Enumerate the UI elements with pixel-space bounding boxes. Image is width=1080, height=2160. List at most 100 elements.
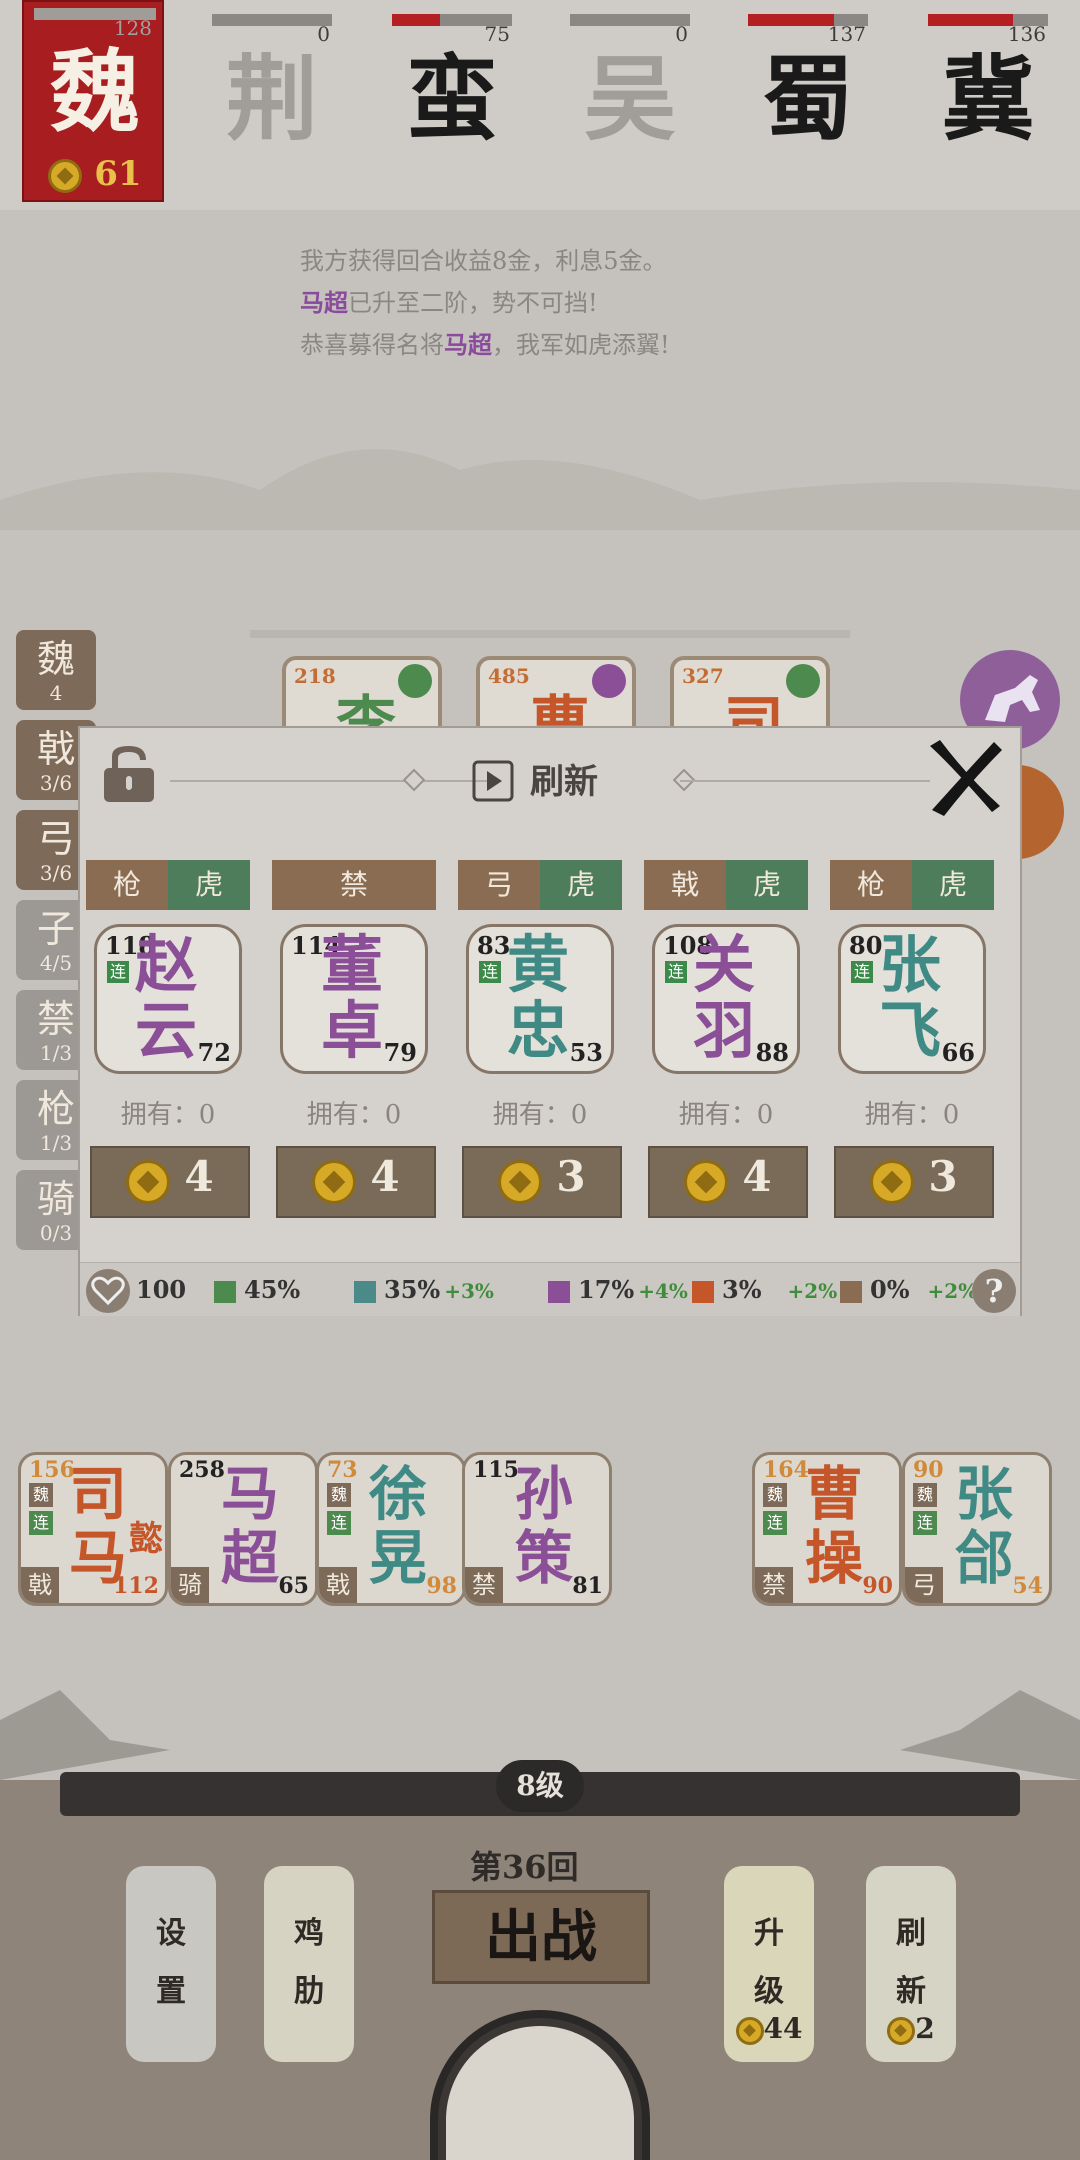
price: 4 bbox=[370, 1151, 400, 1201]
upgrade-cost: 44 bbox=[724, 2012, 814, 2045]
hero-power: 83 bbox=[477, 931, 511, 960]
combo-badge: 连 bbox=[327, 1511, 351, 1535]
tier-swatch bbox=[840, 1280, 862, 1303]
coin-icon bbox=[870, 1160, 915, 1204]
refresh-button[interactable]: 刷 新 2 bbox=[866, 1866, 956, 2062]
hero-power: 90 bbox=[913, 1457, 944, 1483]
hero-name-1: 马 bbox=[221, 1460, 280, 1528]
refresh-label-1: 刷 bbox=[896, 1916, 926, 1951]
hero-power: 485 bbox=[488, 664, 530, 688]
hero-class-tag: 戟 bbox=[644, 860, 726, 910]
hero-name-3: 懿 bbox=[129, 1519, 163, 1559]
divider bbox=[170, 780, 500, 782]
upgrade-button[interactable]: 升 级 44 bbox=[724, 1866, 814, 2062]
faction-wu[interactable]: 0 吴 bbox=[570, 8, 690, 198]
faction-name: 冀 bbox=[941, 45, 1034, 153]
faction-bar: 128 魏 61 0 荆 75 蛮 0 吴 137 蜀 136 冀 bbox=[0, 0, 1080, 210]
odds-tier-5: 0% +2% bbox=[840, 1275, 977, 1304]
buy-button[interactable]: 4 bbox=[648, 1146, 808, 1218]
shop-hero-card[interactable]: 禁 114 董 卓 79 拥有：0 4 bbox=[272, 860, 436, 1220]
settings-button[interactable]: 设 置 bbox=[126, 1866, 216, 2062]
combo-badge: 连 bbox=[665, 961, 687, 983]
heart-value: 100 bbox=[136, 1275, 187, 1304]
hero-stat: 53 bbox=[569, 1038, 603, 1067]
faction-ji[interactable]: 136 冀 bbox=[928, 8, 1048, 198]
combo-badge: 连 bbox=[479, 961, 501, 983]
hero-portrait: 118 连 赵 云 72 bbox=[94, 924, 242, 1074]
hero-portrait: 114 董 卓 79 bbox=[280, 924, 428, 1074]
bench-hero[interactable]: 164 魏 连 曹 操 禁 90 bbox=[752, 1452, 902, 1606]
hero-name-2: 卓 bbox=[321, 994, 384, 1067]
bench-hero[interactable]: 73 魏 连 徐 晃 戟 98 bbox=[316, 1452, 466, 1606]
combo-badge: 连 bbox=[107, 961, 129, 983]
faction-name: 蛮 bbox=[405, 45, 498, 153]
shop-modal: 刷新 枪 虎 118 连 赵 云 72 拥有：0 4 禁 114 董 卓 79 … bbox=[78, 726, 1022, 1316]
help-icon[interactable]: ? bbox=[972, 1269, 1016, 1313]
odds-pct: 3% bbox=[722, 1275, 762, 1304]
round-number: 第36回 bbox=[470, 1848, 579, 1886]
odds-pct: 35% bbox=[384, 1275, 441, 1304]
shop-hero-card[interactable]: 枪 虎 118 连 赵 云 72 拥有：0 4 bbox=[86, 860, 250, 1220]
odds-pct: 45% bbox=[244, 1275, 301, 1304]
hero-stat: 65 bbox=[278, 1573, 309, 1599]
faction-jing[interactable]: 0 荆 bbox=[212, 8, 332, 198]
category-wei[interactable]: 魏 4 bbox=[16, 630, 96, 710]
shop-hero-card[interactable]: 枪 虎 80 连 张 飞 66 拥有：0 3 bbox=[830, 860, 994, 1220]
coin-icon bbox=[312, 1160, 357, 1204]
buy-button[interactable]: 4 bbox=[90, 1146, 250, 1218]
shop-hero-card[interactable]: 弓 虎 83 连 黄 忠 53 拥有：0 3 bbox=[458, 860, 622, 1220]
hero-name-2: 超 bbox=[221, 1524, 280, 1592]
refresh-title[interactable]: 刷新 bbox=[530, 754, 598, 803]
hero-class: 戟 bbox=[21, 1567, 59, 1603]
player-faction-card: 128 魏 61 bbox=[22, 0, 164, 202]
hero-name-1: 赵 bbox=[135, 928, 198, 1001]
hero-stat: 88 bbox=[755, 1038, 789, 1067]
faction-hp: 137 bbox=[827, 22, 866, 46]
hero-stat: 54 bbox=[1012, 1573, 1043, 1599]
shop-hero-card[interactable]: 戟 虎 108 连 关 羽 88 拥有：0 4 bbox=[644, 860, 808, 1220]
hero-class: 戟 bbox=[319, 1567, 357, 1603]
hero-class: 弓 bbox=[905, 1567, 943, 1603]
chicken-label-2: 肋 bbox=[294, 1974, 324, 2009]
faction-name: 蜀 bbox=[761, 45, 854, 153]
hero-power: 164 bbox=[763, 1457, 809, 1483]
buy-button[interactable]: 4 bbox=[276, 1146, 436, 1218]
coin-icon bbox=[684, 1160, 729, 1204]
lock-icon[interactable] bbox=[100, 746, 158, 804]
coin-icon bbox=[48, 159, 83, 193]
faction-shu[interactable]: 137 蜀 bbox=[748, 8, 868, 198]
bench-hero[interactable]: 156 魏 连 司 马 懿 戟 112 bbox=[18, 1452, 168, 1606]
video-icon[interactable] bbox=[472, 760, 514, 802]
hp-bar bbox=[212, 14, 332, 26]
hero-name-2: 飞 bbox=[879, 994, 942, 1067]
buy-button[interactable]: 3 bbox=[462, 1146, 622, 1218]
hero-name-2: 策 bbox=[515, 1524, 574, 1592]
odds-tier-4: 3% +2% bbox=[692, 1275, 837, 1304]
hero-class: 骑 bbox=[171, 1567, 209, 1603]
hero-name-1: 张 bbox=[879, 928, 942, 1001]
odds-plus: +2% bbox=[787, 1279, 838, 1303]
bench-hero[interactable]: 258 马 超 骑 65 bbox=[168, 1452, 318, 1606]
hero-class-tag: 禁 bbox=[272, 860, 436, 910]
fight-button[interactable]: 出战 bbox=[432, 1890, 650, 1984]
hero-name-1: 张 bbox=[955, 1460, 1014, 1528]
combo-badge: 连 bbox=[763, 1511, 787, 1535]
hero-stat: 112 bbox=[113, 1573, 159, 1599]
owned-count: 拥有：0 bbox=[492, 1100, 588, 1130]
chicken-rib-button[interactable]: 鸡 肋 bbox=[264, 1866, 354, 2062]
combo-badge: 连 bbox=[851, 961, 873, 983]
bench-hero[interactable]: 115 孙 策 禁 81 bbox=[462, 1452, 612, 1606]
upgrade-cost-value: 44 bbox=[763, 2012, 803, 2045]
chicken-label-1: 鸡 bbox=[294, 1916, 324, 1951]
hero-stat: 98 bbox=[426, 1573, 457, 1599]
player-gold: 61 bbox=[24, 154, 166, 194]
tier-swatch bbox=[214, 1280, 236, 1303]
close-icon[interactable] bbox=[922, 736, 1006, 820]
buy-button[interactable]: 3 bbox=[834, 1146, 994, 1218]
bench-hero[interactable]: 90 魏 连 张 郃 弓 54 bbox=[902, 1452, 1052, 1606]
faction-man[interactable]: 75 蛮 bbox=[392, 8, 512, 198]
hero-name-2: 忠 bbox=[507, 994, 570, 1067]
hero-tags: 枪 虎 bbox=[86, 860, 250, 910]
refresh-cost-value: 2 bbox=[915, 2012, 935, 2045]
hero-class-tag: 弓 bbox=[458, 860, 540, 910]
